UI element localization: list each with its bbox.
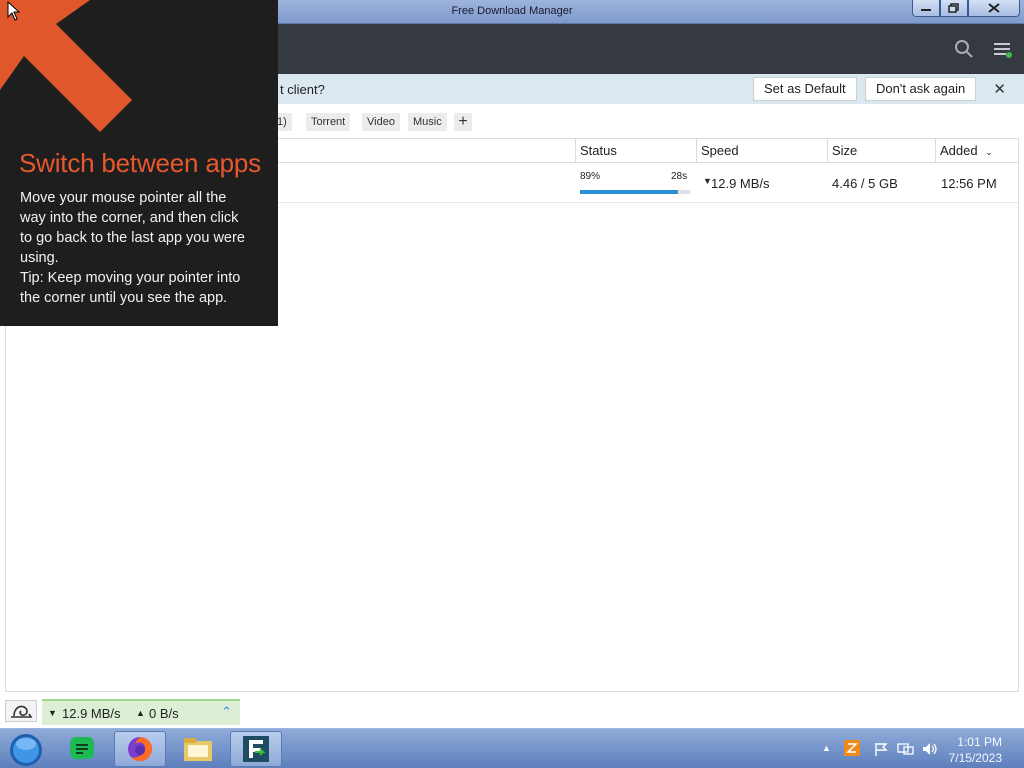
sort-chevron-icon: ⌄ (985, 147, 993, 157)
clock-date: 7/15/2023 (948, 751, 1002, 765)
taskbar-notes-app[interactable] (56, 731, 108, 767)
total-download-speed: 12.9 MB/s (62, 706, 121, 721)
status-bar: ▼ 12.9 MB/s ▲ 0 B/s ⌃ (0, 696, 1024, 728)
tip-text-line-5: Tip: Keep moving your pointer into (20, 270, 241, 286)
minimize-icon (921, 9, 931, 11)
network-icon[interactable] (897, 741, 915, 757)
tray-app-icon[interactable] (844, 740, 860, 756)
close-button[interactable] (968, 0, 1020, 17)
progress-eta: 28s (671, 171, 688, 182)
restore-icon (948, 3, 959, 13)
search-icon[interactable] (954, 39, 974, 59)
firefox-icon (128, 737, 153, 762)
close-icon (988, 3, 1000, 13)
taskbar-clock[interactable]: 1:01 PM 7/15/2023 (949, 734, 1002, 766)
tip-text-line-4: using. (20, 250, 59, 266)
down-arrow-icon: ▼ (48, 708, 57, 718)
corner-arrow-icon (0, 0, 132, 132)
column-status[interactable]: Status (575, 139, 696, 163)
tip-text-line-6: the corner until you see the app. (20, 290, 228, 306)
add-filter-icon[interactable]: + (454, 113, 472, 131)
filter-video[interactable]: Video (362, 113, 400, 131)
menu-icon[interactable] (992, 39, 1014, 61)
notes-app-icon (70, 737, 94, 759)
taskbar-free-download-manager[interactable] (230, 731, 282, 767)
download-size: 4.46 / 5 GB (832, 176, 898, 191)
start-orb-icon[interactable] (6, 731, 46, 767)
infobar-question: t client? (280, 82, 325, 97)
volume-icon[interactable] (921, 741, 939, 757)
tip-text-line-1: Move your mouse pointer all the (20, 190, 227, 206)
download-added: 12:56 PM (941, 176, 997, 191)
mouse-cursor-icon (7, 1, 20, 21)
dont-ask-again-button[interactable]: Don't ask again (865, 77, 977, 101)
action-center-flag-icon[interactable] (873, 741, 889, 757)
speed-mode-button[interactable] (5, 700, 37, 722)
filter-torrent[interactable]: Torrent (306, 113, 351, 131)
column-speed[interactable]: Speed (696, 139, 827, 163)
expand-chevron-icon[interactable]: ⌃ (221, 704, 232, 720)
folder-icon (184, 738, 212, 761)
tip-text-line-2: way into the corner, and then click (20, 210, 239, 226)
set-as-default-button[interactable]: Set as Default (753, 77, 857, 101)
infobar-close-icon[interactable]: ✕ (993, 80, 1006, 98)
total-upload-speed: 0 B/s (149, 706, 179, 721)
minimize-button[interactable] (912, 0, 940, 17)
taskbar: ▲ 1:01 PM 7/15/2023 (0, 728, 1024, 768)
progress-percent: 89% (580, 171, 601, 182)
column-added[interactable]: Added ⌄ (935, 139, 1018, 163)
speed-summary[interactable]: ▼ 12.9 MB/s ▲ 0 B/s ⌃ (42, 699, 240, 725)
download-speed: 12.9 MB/s (711, 176, 770, 191)
tray-expand-icon[interactable]: ▲ (822, 743, 831, 753)
clock-time: 1:01 PM (957, 735, 1002, 749)
progress-fill (580, 190, 678, 194)
taskbar-firefox[interactable] (114, 731, 166, 767)
taskbar-file-explorer[interactable] (172, 731, 224, 767)
fdm-icon (243, 736, 269, 762)
up-arrow-icon: ▲ (136, 708, 145, 718)
column-size[interactable]: Size (827, 139, 935, 163)
tip-title: Switch between apps (19, 148, 261, 178)
progress-bar (580, 190, 690, 194)
column-added-label: Added (940, 143, 978, 158)
snail-icon (11, 705, 33, 718)
filter-music[interactable]: Music (408, 113, 447, 131)
maximize-button[interactable] (940, 0, 968, 17)
tip-text-line-3: to go back to the last app you were (20, 230, 245, 246)
switch-apps-tip: Switch between apps Move your mouse poin… (0, 0, 278, 326)
